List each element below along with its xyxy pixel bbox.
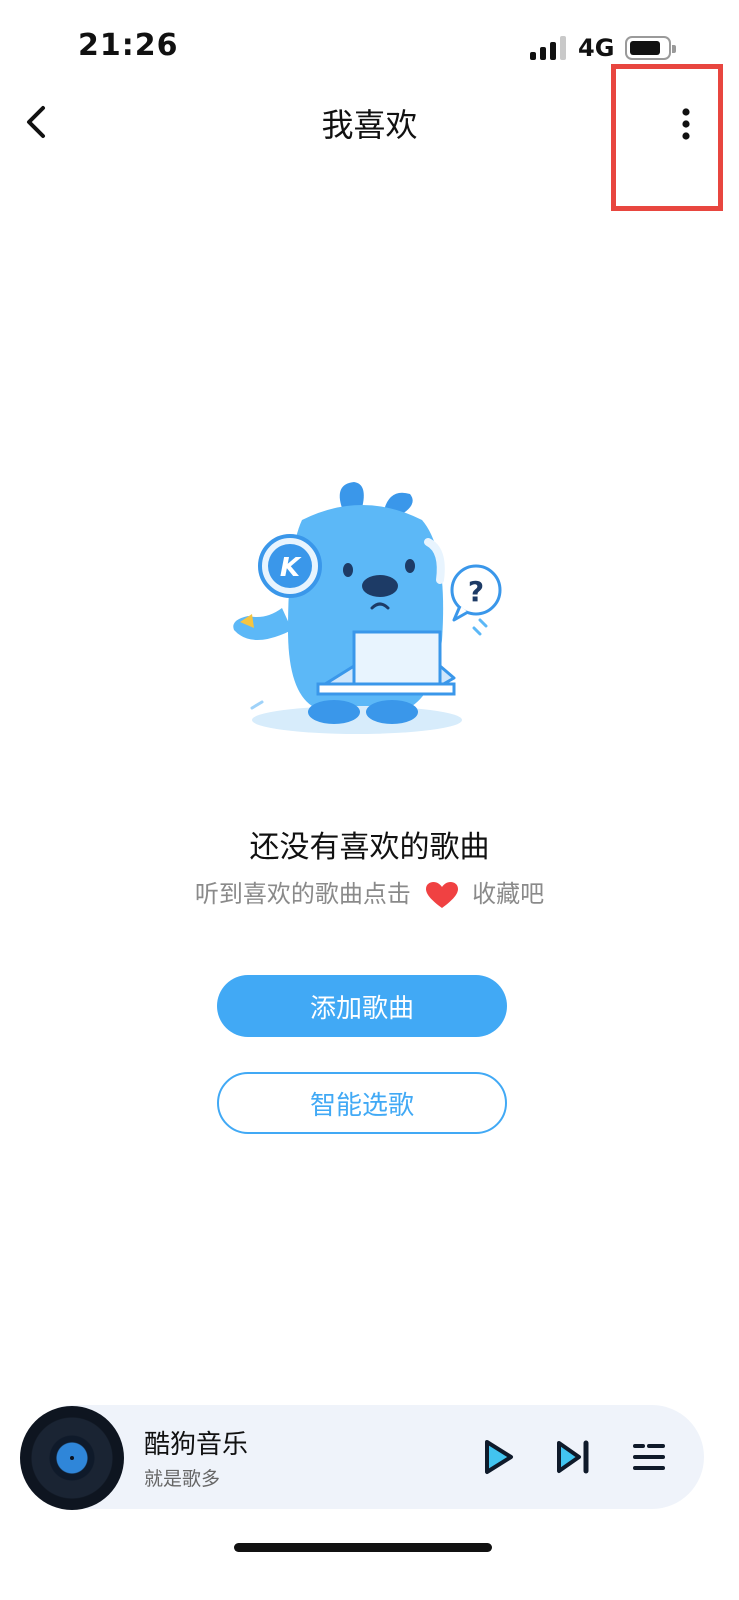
player-track-subtitle: 就是歌多 <box>144 1468 221 1490</box>
home-indicator[interactable] <box>234 1543 492 1552</box>
player-track-title[interactable]: 酷狗音乐 <box>144 1424 248 1461</box>
playlist-button[interactable] <box>624 1432 674 1482</box>
kugou-mascot-illustration: K ? <box>233 482 502 734</box>
signal-strength-icon <box>530 36 566 60</box>
empty-hint-text-after: 收藏吧 <box>472 880 545 908</box>
svg-text:K: K <box>280 553 302 583</box>
add-songs-button[interactable]: 添加歌曲 <box>217 975 507 1037</box>
empty-state-title: 还没有喜欢的歌曲 <box>249 830 490 865</box>
network-type: 4G <box>578 34 615 62</box>
play-button[interactable] <box>472 1432 522 1482</box>
next-track-button[interactable] <box>548 1432 598 1482</box>
playlist-icon <box>633 1444 665 1470</box>
liked-songs-page: 21:26 4G 我喜欢 K ? 还没有喜欢的歌曲 听到喜欢的歌曲点击 收藏吧 … <box>0 0 739 1600</box>
mini-player-bar[interactable] <box>22 1405 704 1509</box>
next-track-icon <box>557 1440 589 1474</box>
empty-state-hint: 听到喜欢的歌曲点击 收藏吧 <box>0 874 739 909</box>
heart-icon <box>425 882 458 908</box>
empty-hint-text-before: 听到喜欢的歌曲点击 <box>194 880 411 908</box>
battery-icon <box>625 36 676 60</box>
smart-pick-button[interactable]: 智能选歌 <box>217 1072 507 1134</box>
vinyl-record-icon[interactable] <box>20 1406 124 1510</box>
annotation-highlight-box <box>611 64 723 211</box>
svg-text:?: ? <box>468 575 484 608</box>
status-time: 21:26 <box>78 28 179 63</box>
play-icon <box>485 1440 513 1474</box>
